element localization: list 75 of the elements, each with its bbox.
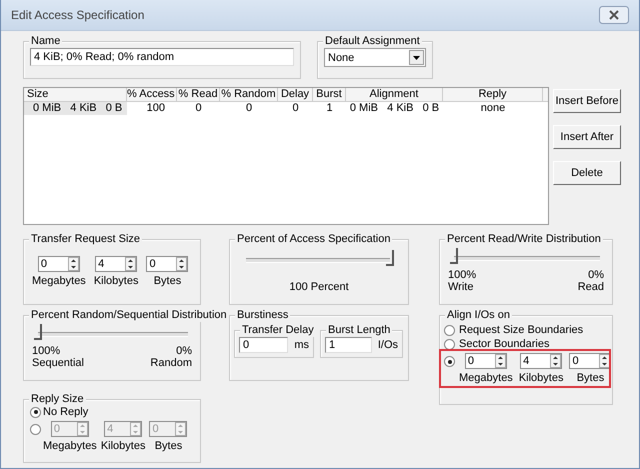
unit-label: I/Os	[378, 339, 398, 351]
group-label: Default Assignment	[323, 35, 422, 48]
field-label: Bytes	[576, 372, 604, 384]
spinner-field[interactable]: 4	[520, 353, 562, 369]
slider-label: 100%	[32, 345, 62, 357]
spin-arrows-icon[interactable]	[494, 354, 506, 368]
radio-label: Request Size Boundaries	[459, 324, 584, 336]
action-button[interactable]: Delete	[553, 161, 621, 185]
table-cell-text: 1	[325, 102, 334, 115]
radio-button[interactable]	[30, 406, 41, 418]
column-header[interactable]: % Random	[220, 88, 278, 101]
action-button[interactable]: Insert After	[553, 125, 621, 149]
slider-thumb[interactable]	[34, 324, 42, 340]
spinner-field[interactable]: 4	[95, 256, 138, 272]
slider-label: Sequential	[32, 357, 84, 369]
spin-arrows-icon[interactable]	[599, 354, 610, 368]
group-label: Align I/Os on	[445, 309, 512, 322]
radio-button[interactable]	[444, 356, 455, 367]
column-header[interactable]: Burst	[313, 88, 346, 101]
column-header[interactable]: % Read	[177, 88, 220, 101]
group-label: Transfer Delay	[240, 324, 316, 337]
table-cell: 0 MiB 4 KiB 0 B	[24, 102, 127, 115]
column-header[interactable]: Reply	[443, 88, 543, 101]
number-field[interactable]: 0	[239, 337, 288, 353]
spin-arrows-icon[interactable]	[68, 257, 79, 271]
radio-label: No Reply	[43, 406, 88, 418]
spin-arrows-icon[interactable]	[125, 257, 136, 271]
assignment-dropdown[interactable]: None	[324, 48, 426, 67]
table-cell-text: 100	[146, 102, 166, 115]
table-cell-text: 0	[194, 102, 203, 115]
slider-label: Write	[448, 281, 474, 293]
name-field[interactable]: 4 KiB; 0% Read; 0% random	[30, 48, 294, 66]
unit-label: ms	[294, 339, 309, 351]
group-label: Reply Size	[29, 393, 86, 406]
group-label: Burst Length	[326, 324, 392, 337]
table-cell-text: 0	[291, 102, 300, 115]
spinner-field[interactable]: 0	[464, 353, 507, 369]
number-field[interactable]: 1	[325, 337, 372, 353]
slider-label: Read	[578, 281, 604, 293]
radio-label: Sector Boundaries	[459, 338, 550, 350]
field-label: Bytes	[154, 440, 182, 452]
table-cell-text: 0	[244, 102, 254, 115]
column-header[interactable]: Alignment	[346, 88, 443, 101]
close-button[interactable]	[599, 6, 629, 24]
spinner-field[interactable]: 0	[38, 256, 80, 272]
table-cell-text: 0 MiB 4 KiB 0 B	[348, 102, 440, 115]
slider-label: Random	[150, 357, 192, 369]
spin-arrows-icon[interactable]	[176, 257, 188, 271]
percent-reading: 100 Percent	[289, 281, 349, 293]
group-label: Percent of Access Specification	[235, 233, 392, 246]
slider-thumb[interactable]	[386, 250, 394, 266]
slider-label: 0%	[176, 345, 192, 357]
field-label: Kilobytes	[100, 440, 146, 452]
spinner-field[interactable]: 0	[146, 256, 188, 272]
slider-label: 100%	[448, 269, 476, 281]
field-label: Kilobytes	[518, 372, 564, 384]
field-label: Kilobytes	[94, 275, 138, 287]
table-cell-text: none	[480, 102, 506, 115]
group-label: Transfer Request Size	[29, 233, 142, 246]
slider-thumb[interactable]	[450, 248, 458, 264]
window-title: Edit Access Specification	[11, 8, 144, 22]
field-label: Megabytes	[32, 275, 86, 287]
spin-arrows-icon[interactable]	[550, 354, 562, 368]
group-label: Percent Random/Sequential Distribution	[29, 309, 229, 322]
column-header[interactable]: % Access	[127, 88, 177, 101]
action-button[interactable]: Insert Before	[553, 89, 621, 113]
field-label: Megabytes	[43, 440, 97, 452]
column-header[interactable]: Delay	[278, 88, 313, 101]
column-header[interactable]: Size	[24, 88, 127, 101]
field-label: Bytes	[154, 275, 182, 287]
slider-label: 0%	[588, 269, 604, 281]
field-label: Megabytes	[459, 372, 513, 384]
radio-button[interactable]	[444, 338, 455, 350]
radio-button[interactable]	[444, 324, 455, 336]
spinner-field[interactable]: 0	[569, 353, 612, 369]
